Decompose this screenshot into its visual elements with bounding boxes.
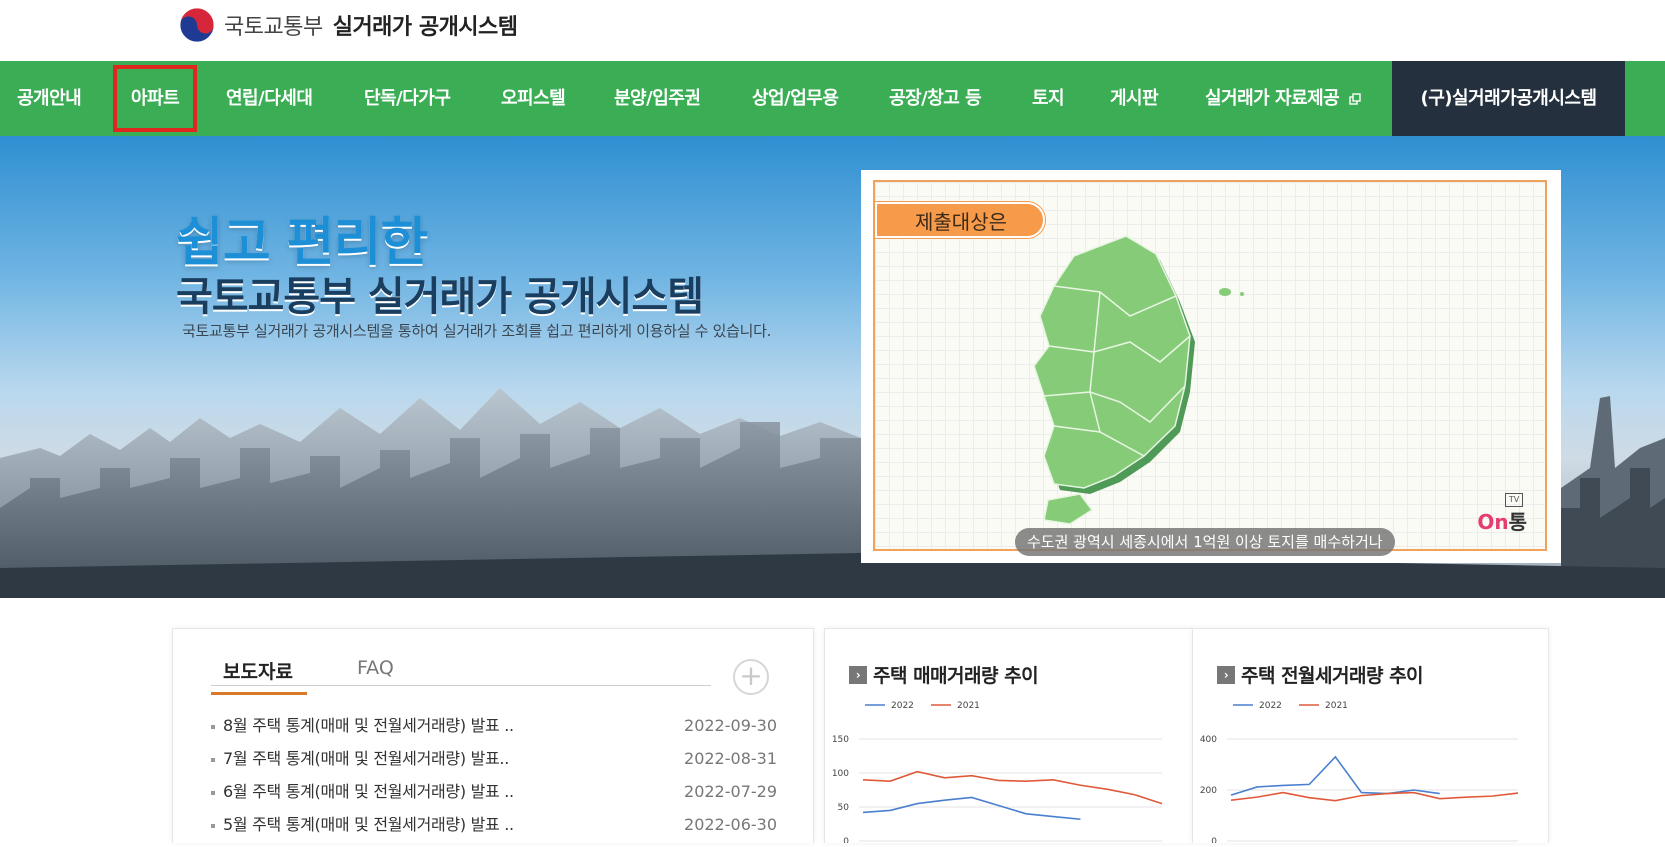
bullet-icon (211, 758, 215, 762)
tab-faq[interactable]: FAQ (357, 657, 394, 679)
promo-video[interactable]: 제출대상은 수도권 광역시 세종시에서 1억원 이상 토지를 매수하거나 TV … (861, 170, 1561, 563)
list-item[interactable]: 6월 주택 통계(매매 및 전월세거래량) 발표 .. 2022-07-29 (211, 781, 777, 814)
y-tick-label: 150 (832, 735, 849, 745)
ontong-logo-tong: 통 (1508, 510, 1527, 534)
site-logo[interactable]: 국토교통부 실거래가 공개시스템 (178, 5, 518, 45)
rent-volume-chart: 0 200 400 2022 2021 (1200, 701, 1519, 843)
news-date: 2022-09-30 (684, 716, 777, 735)
rent-volume-title-text: 주택 전월세거래량 추이 (1241, 665, 1424, 687)
sales-volume-title-text: 주택 매매거래량 추이 (873, 665, 1039, 687)
bullet-icon (211, 824, 215, 828)
hero-title-system: 국토교통부 실거래가 공개시스템 (176, 274, 704, 320)
news-date: 2022-06-30 (684, 815, 777, 834)
legend-label: 2021 (1325, 701, 1348, 711)
nav-item-data-provision[interactable]: 실거래가 자료제공 (1205, 61, 1361, 136)
list-item[interactable]: 8월 주택 통계(매매 및 전월세거래량) 발표 .. 2022-09-30 (211, 715, 777, 748)
nav-item-officetel[interactable]: 오피스텔 (501, 61, 566, 136)
news-tabs: 보도자료 FAQ (211, 657, 711, 695)
chevron-right-icon: › (849, 665, 867, 684)
y-tick-label: 0 (1211, 837, 1217, 843)
hero-banner: 쉽고 편리한 국토교통부 실거래가 공개시스템 국토교통부 실거래가 공개시스템… (0, 136, 1665, 598)
video-caption: 수도권 광역시 세종시에서 1억원 이상 토지를 매수하거나 (1015, 528, 1395, 556)
sales-volume-chart: 0 50 100 150 2022 2021 (832, 701, 1163, 843)
nav-item-presale[interactable]: 분양/입주권 (614, 61, 701, 136)
series-line-2021 (862, 770, 1163, 805)
legend-label: 2022 (891, 701, 914, 711)
legend-label: 2022 (1259, 701, 1282, 711)
series-line-2022 (862, 796, 1081, 821)
old-system-link[interactable]: (구)실거래가공개시스템 (1392, 61, 1625, 136)
news-title[interactable]: 7월 주택 통계(매매 및 전월세거래량) 발표.. (223, 748, 509, 770)
taegeuk-emblem-icon (179, 7, 215, 43)
bullet-icon (211, 791, 215, 795)
tab-press-release[interactable]: 보도자료 (211, 657, 307, 695)
nav-item-factory[interactable]: 공장/창고 등 (889, 61, 982, 136)
ministry-name: 국토교통부 (224, 15, 323, 40)
y-tick-label: 200 (1200, 786, 1217, 796)
news-date: 2022-08-31 (684, 749, 777, 768)
legend-label: 2021 (957, 701, 980, 711)
bullet-icon (211, 725, 215, 729)
rent-volume-title[interactable]: › 주택 전월세거래량 추이 (1217, 661, 1424, 688)
nav-item-commercial[interactable]: 상업/업무용 (752, 61, 839, 136)
y-tick-label: 100 (832, 769, 849, 779)
sales-volume-panel: › 주택 매매거래량 추이 0 50 100 150 2022 2021 (824, 628, 1193, 843)
nav-item-detached-house[interactable]: 단독/다가구 (364, 61, 451, 136)
data-provision-label: 실거래가 자료제공 (1205, 88, 1340, 109)
ontong-logo-on: On (1477, 510, 1509, 534)
more-button[interactable]: + (733, 659, 769, 695)
y-tick-label: 0 (843, 837, 849, 843)
korea-map-image (1033, 235, 1244, 525)
video-frame: 제출대상은 수도권 광역시 세종시에서 1억원 이상 토지를 매수하거나 TV … (873, 180, 1547, 556)
news-title[interactable]: 5월 주택 통계(매매 및 전월세거래량) 발표 .. (223, 814, 514, 836)
site-header: 국토교통부 실거래가 공개시스템 (0, 0, 1665, 61)
nav-item-disclosure-info[interactable]: 공개안내 (17, 61, 82, 136)
hero-description: 국토교통부 실거래가 공개시스템을 통하여 실거래가 조회를 쉽고 편리하게 이… (182, 322, 772, 340)
nav-item-rowhouse[interactable]: 연립/다세대 (226, 61, 313, 136)
y-tick-label: 400 (1200, 735, 1217, 745)
news-title[interactable]: 6월 주택 통계(매매 및 전월세거래량) 발표 .. (223, 781, 514, 803)
nav-item-board[interactable]: 게시판 (1110, 61, 1159, 136)
ontong-logo: On통 (1477, 506, 1527, 535)
chevron-right-icon: › (1217, 665, 1235, 684)
list-item[interactable]: 5월 주택 통계(매매 및 전월세거래량) 발표 .. 2022-06-30 (211, 814, 777, 847)
list-item[interactable]: 7월 주택 통계(매매 및 전월세거래량) 발표.. 2022-08-31 (211, 748, 777, 781)
main-nav: 공개안내 아파트 연립/다세대 단독/다가구 오피스텔 분양/입주권 상업/업무… (0, 61, 1665, 136)
news-title[interactable]: 8월 주택 통계(매매 및 전월세거래량) 발표 .. (223, 715, 514, 737)
rent-volume-panel: › 주택 전월세거래량 추이 0 200 400 2022 2021 (1192, 628, 1549, 843)
tv-icon: TV (1505, 493, 1523, 507)
news-date: 2022-07-29 (684, 782, 777, 801)
news-list: 8월 주택 통계(매매 및 전월세거래량) 발표 .. 2022-09-30 7… (211, 715, 777, 847)
nav-item-apartment[interactable]: 아파트 (112, 61, 198, 136)
external-link-icon (1349, 93, 1361, 105)
sales-volume-title[interactable]: › 주택 매매거래량 추이 (849, 661, 1039, 688)
news-panel: 보도자료 FAQ + 8월 주택 통계(매매 및 전월세거래량) 발표 .. 2… (172, 628, 814, 843)
system-name: 실거래가 공개시스템 (332, 15, 518, 40)
series-line-2022 (1230, 755, 1440, 796)
nav-item-land[interactable]: 토지 (1032, 61, 1065, 136)
y-tick-label: 50 (838, 803, 850, 813)
